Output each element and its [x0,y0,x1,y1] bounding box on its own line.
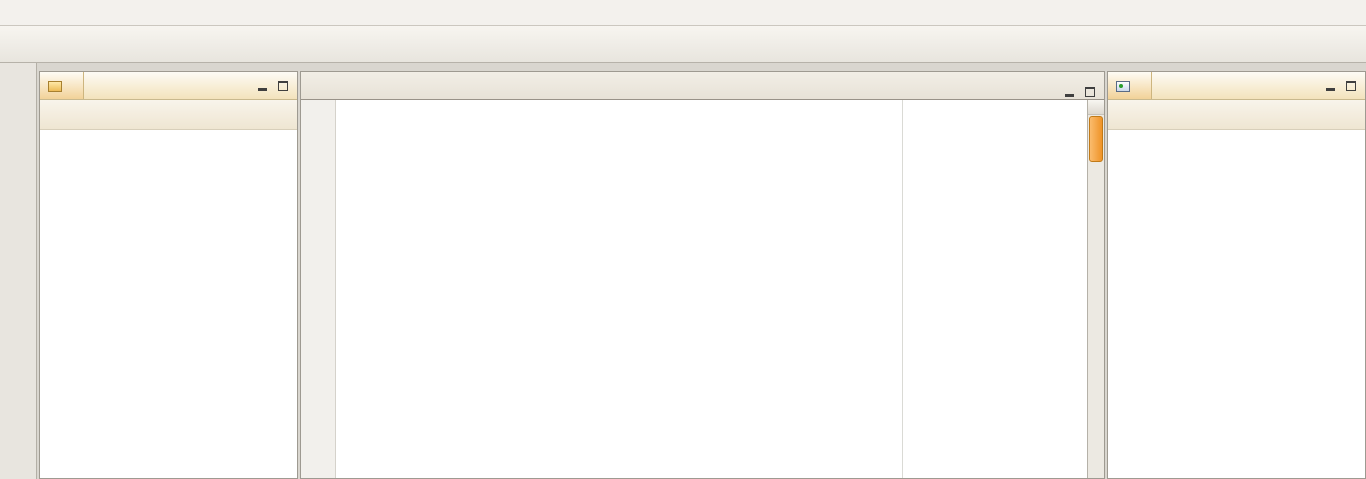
workbench [0,63,1366,479]
package-explorer-toolbar [40,100,297,130]
maximize-editor-button[interactable] [1082,84,1098,99]
members-header [1108,72,1365,100]
editor-window-buttons [1061,84,1104,99]
members-view-icon [1116,79,1130,93]
scrollbar-thumb[interactable] [1089,116,1103,162]
minimize-members-button[interactable] [1322,78,1338,93]
package-explorer-view-icon [48,79,62,93]
maximize-view-button[interactable] [275,78,291,93]
package-tree [40,130,297,478]
members-view [1107,71,1366,479]
minimize-editor-button[interactable] [1061,84,1077,99]
package-explorer-header [40,72,297,100]
members-tab[interactable] [1108,72,1152,99]
editor[interactable] [301,100,1104,478]
scrollbar-up-arrow-icon[interactable] [1088,100,1104,115]
main-toolbar [0,26,1366,63]
package-explorer-tab[interactable] [40,72,84,99]
editor-area [300,71,1105,479]
members-toolbar [1108,100,1365,130]
members-window-buttons [1322,72,1365,99]
minimize-view-button[interactable] [254,78,270,93]
package-explorer-window-buttons [254,72,297,99]
editor-tabbar [301,72,1104,100]
editor-scrollbar[interactable] [1087,100,1104,478]
maximize-members-button[interactable] [1343,78,1359,93]
left-strip [0,63,37,479]
package-explorer-view [39,71,298,479]
print-margin-line [902,100,903,478]
members-list [1108,130,1365,478]
eclipse-window [0,0,1366,479]
menubar [0,0,1366,26]
